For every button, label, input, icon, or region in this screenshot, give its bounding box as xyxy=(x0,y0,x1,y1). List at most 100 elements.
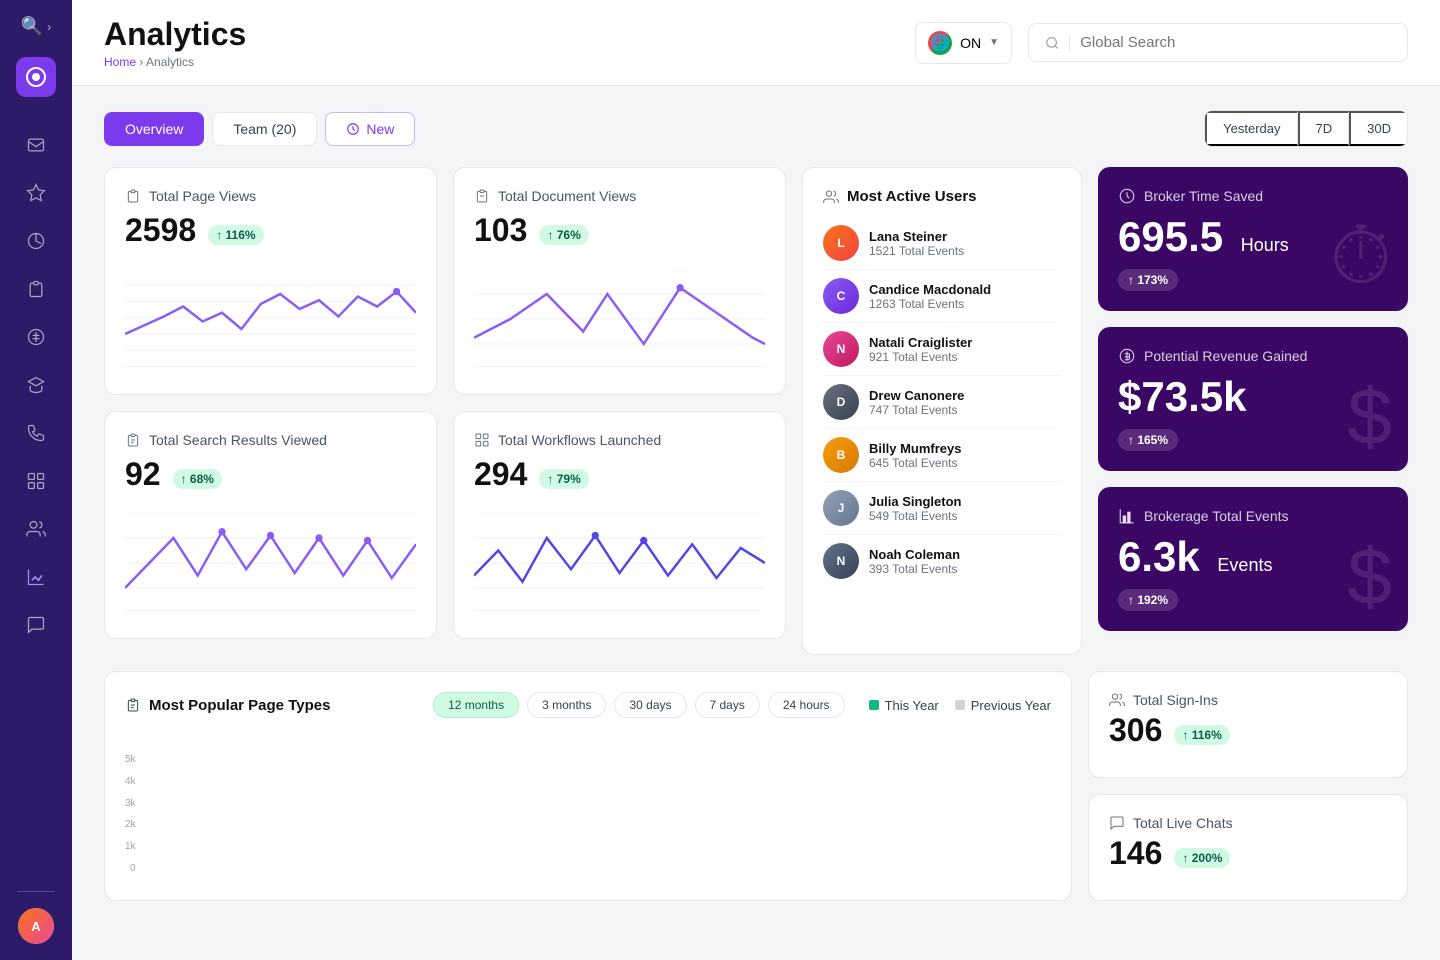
brokerage-card: Brokerage Total Events 6.3k Events ↑ 192… xyxy=(1098,487,1408,631)
sign-ins-card: Total Sign-Ins 306 ↑ 116% xyxy=(1088,671,1408,778)
expand-icon: › xyxy=(47,20,51,34)
y-label-4k: 4k xyxy=(125,776,136,787)
locale-button[interactable]: 🌐 ON ▼ xyxy=(915,22,1012,64)
user-info-lana: Lana Steiner 1521 Total Events xyxy=(869,229,964,258)
brokerage-badge: ↑ 192% xyxy=(1118,589,1178,611)
doc-views-value: 103 xyxy=(474,212,527,249)
search-results-badge: ↑ 68% xyxy=(173,469,222,489)
sign-in-icon xyxy=(1109,692,1125,708)
breadcrumb-sep: › xyxy=(139,55,143,69)
period-7d[interactable]: 7 days xyxy=(695,692,760,718)
bar-groups xyxy=(148,754,1051,874)
user-avatar-noah: N xyxy=(823,543,859,579)
user-item: N Natali Craiglister 921 Total Events xyxy=(823,323,1061,376)
yesterday-btn[interactable]: Yesterday xyxy=(1205,111,1297,146)
popular-pages-card: Most Popular Page Types 12 months 3 mont… xyxy=(104,671,1072,901)
clock-icon xyxy=(346,122,360,136)
revenue-badge: ↑ 165% xyxy=(1118,429,1178,451)
live-chats-card: Total Live Chats 146 ↑ 200% xyxy=(1088,794,1408,901)
revenue-card: Potential Revenue Gained $73.5k ↑ 165% $ xyxy=(1098,327,1408,471)
search-results-card: Total Search Results Viewed 92 ↑ 68% xyxy=(104,411,437,639)
global-search-bar xyxy=(1028,23,1408,62)
sidebar-bottom: A xyxy=(18,883,54,944)
period-12m[interactable]: 12 months xyxy=(433,692,519,718)
chat-icon xyxy=(1109,815,1125,831)
workflows-title: Total Workflows Launched xyxy=(474,432,765,448)
most-active-title: Most Active Users xyxy=(823,188,1061,205)
sidebar-item-favorites[interactable] xyxy=(16,173,56,213)
user-info-candice: Candice Macdonald 1263 Total Events xyxy=(869,282,991,311)
user-item: B Billy Mumfreys 645 Total Events xyxy=(823,429,1061,482)
flag-icon: 🌐 xyxy=(928,31,952,55)
search-results-icon xyxy=(125,432,141,448)
workflows-badge: ↑ 79% xyxy=(539,469,588,489)
user-item: L Lana Steiner 1521 Total Events xyxy=(823,217,1061,270)
prev-year-dot xyxy=(955,700,965,710)
dollar-bg-icon: $ xyxy=(1348,371,1393,463)
tab-new[interactable]: New xyxy=(325,112,415,146)
sidebar-item-finance[interactable] xyxy=(16,317,56,357)
search-results-title: Total Search Results Viewed xyxy=(125,432,416,448)
sign-ins-title: Total Sign-Ins xyxy=(1109,692,1218,708)
sidebar-logo[interactable] xyxy=(16,57,56,97)
workflows-card: Total Workflows Launched 294 ↑ 79% xyxy=(453,411,786,639)
period-3m[interactable]: 3 months xyxy=(527,692,606,718)
user-avatar[interactable]: A xyxy=(18,908,54,944)
dashboard-content: Overview Team (20) New Yesterday 7D 30D xyxy=(72,86,1440,960)
chart-bar-icon xyxy=(1118,507,1136,525)
period-buttons: 12 months 3 months 30 days 7 days 24 hou… xyxy=(433,692,845,718)
7d-btn[interactable]: 7D xyxy=(1298,111,1350,146)
brokerage-title: Brokerage Total Events xyxy=(1118,507,1388,525)
sidebar-item-calls[interactable] xyxy=(16,413,56,453)
sidebar-item-education[interactable] xyxy=(16,365,56,405)
locale-chevron: ▼ xyxy=(989,37,999,48)
page-views-badge: ↑ 116% xyxy=(208,225,263,245)
sidebar-search[interactable]: 🔍 › xyxy=(21,16,51,37)
sidebar-item-chat[interactable] xyxy=(16,605,56,645)
user-info-natali: Natali Craiglister 921 Total Events xyxy=(869,335,972,364)
sign-ins-value: 306 xyxy=(1109,712,1162,749)
workflows-chart xyxy=(474,513,765,613)
this-year-dot xyxy=(869,700,879,710)
doc-views-icon xyxy=(474,188,490,204)
sidebar-item-analytics[interactable] xyxy=(16,557,56,597)
sidebar-item-docs[interactable] xyxy=(16,269,56,309)
doc-views-title: Total Document Views xyxy=(474,188,765,204)
live-chats-header: Total Live Chats xyxy=(1109,815,1387,831)
user-avatar-drew: D xyxy=(823,384,859,420)
clock-bg-icon: ⏱ xyxy=(1330,210,1392,303)
locale-label: ON xyxy=(960,35,981,51)
30d-btn[interactable]: 30D xyxy=(1349,111,1407,146)
breadcrumb: Home › Analytics xyxy=(104,55,246,69)
user-item: D Drew Canonere 747 Total Events xyxy=(823,376,1061,429)
sidebar-item-inbox[interactable] xyxy=(16,125,56,165)
side-cards: Total Sign-Ins 306 ↑ 116% xyxy=(1088,671,1408,901)
page-views-value: 2598 xyxy=(125,212,196,249)
sidebar: 🔍 › xyxy=(0,0,72,960)
revenue-title: Potential Revenue Gained xyxy=(1118,347,1388,365)
user-info-drew: Drew Canonere 747 Total Events xyxy=(869,388,964,417)
popular-header: Most Popular Page Types 12 months 3 mont… xyxy=(125,692,1051,718)
header-left: Analytics Home › Analytics xyxy=(104,16,246,69)
sidebar-item-workflows[interactable] xyxy=(16,461,56,501)
y-label-1k: 1k xyxy=(125,841,136,852)
search-results-value: 92 xyxy=(125,456,161,493)
period-24h[interactable]: 24 hours xyxy=(768,692,845,718)
tabs-left: Overview Team (20) New xyxy=(104,112,415,146)
page-title: Analytics xyxy=(104,16,246,53)
most-active-users-card: Most Active Users L Lana Steiner 1521 To… xyxy=(802,167,1082,655)
tab-team[interactable]: Team (20) xyxy=(212,112,317,146)
sidebar-item-contacts[interactable] xyxy=(16,509,56,549)
tab-overview[interactable]: Overview xyxy=(104,112,204,146)
bar-chart: 5k 4k 3k 2k 1k 0 xyxy=(125,734,1051,874)
breadcrumb-home[interactable]: Home xyxy=(104,55,136,69)
user-avatar-lana: L xyxy=(823,225,859,261)
period-30d[interactable]: 30 days xyxy=(614,692,686,718)
live-chats-value: 146 xyxy=(1109,835,1162,872)
sidebar-item-reports[interactable] xyxy=(16,221,56,261)
header: Analytics Home › Analytics 🌐 ON ▼ xyxy=(72,0,1440,86)
y-label-0: 0 xyxy=(130,863,136,874)
user-info-noah: Noah Coleman 393 Total Events xyxy=(869,547,960,576)
global-search-input[interactable] xyxy=(1080,34,1391,51)
time-filter-group: Yesterday 7D 30D xyxy=(1204,110,1408,147)
